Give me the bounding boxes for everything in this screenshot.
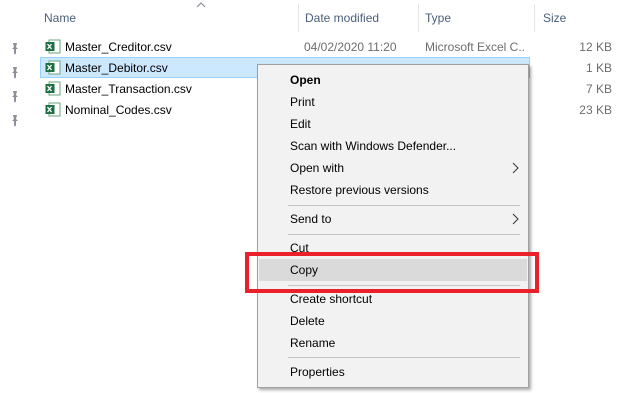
menu-item-print[interactable]: Print [259, 91, 527, 113]
menu-item-restore-versions[interactable]: Restore previous versions [259, 179, 527, 201]
pin-icon[interactable] [8, 90, 22, 104]
context-menu: Open Print Edit Scan with Windows Defend… [257, 64, 529, 388]
menu-item-label: Edit [290, 117, 311, 131]
column-date-modified[interactable]: Date modified [305, 11, 379, 25]
menu-separator [288, 234, 520, 235]
chevron-right-icon [511, 162, 519, 174]
quick-access-pins [0, 0, 34, 393]
menu-item-label: Rename [290, 336, 336, 350]
menu-item-label: Print [290, 95, 315, 109]
column-type[interactable]: Type [425, 11, 451, 25]
menu-item-open[interactable]: Open [259, 69, 527, 91]
menu-separator [288, 357, 520, 358]
menu-item-rename[interactable]: Rename [259, 332, 527, 354]
file-size: 12 KB [579, 40, 612, 54]
menu-item-properties[interactable]: Properties [259, 361, 527, 383]
menu-separator [288, 205, 520, 206]
column-size[interactable]: Size [543, 11, 566, 25]
column-divider[interactable] [298, 4, 299, 32]
file-size: 23 KB [579, 103, 612, 117]
file-name: Nominal_Codes.csv [65, 103, 172, 117]
chevron-right-icon [511, 213, 519, 225]
column-divider[interactable] [418, 4, 419, 32]
annotation-highlight-box [245, 252, 539, 293]
menu-item-scan-defender[interactable]: Scan with Windows Defender... [259, 135, 527, 157]
file-name: Master_Creditor.csv [65, 40, 172, 54]
menu-item-label: Delete [290, 314, 325, 328]
sort-up-icon [196, 1, 206, 9]
column-divider[interactable] [534, 4, 535, 32]
file-row[interactable]: Master_Creditor.csv 04/02/2020 11:20 Mic… [40, 36, 624, 57]
menu-item-label: Restore previous versions [290, 183, 429, 197]
menu-item-edit[interactable]: Edit [259, 113, 527, 135]
menu-item-label: Open with [290, 161, 345, 175]
file-date: 04/02/2020 11:20 [304, 40, 397, 54]
menu-item-label: Send to [290, 212, 332, 226]
menu-item-delete[interactable]: Delete [259, 310, 527, 332]
excel-csv-icon [45, 81, 61, 96]
pin-icon[interactable] [8, 42, 22, 56]
pin-icon[interactable] [8, 66, 22, 80]
file-type: Microsoft Excel C... [425, 40, 525, 54]
menu-item-send-to[interactable]: Send to [259, 208, 527, 230]
menu-item-label: Scan with Windows Defender... [290, 139, 457, 153]
excel-csv-icon [45, 102, 61, 117]
column-header: Name Date modified Type Size [34, 0, 624, 34]
file-size: 1 KB [585, 61, 612, 75]
menu-item-label: Create shortcut [290, 292, 373, 306]
file-name: Master_Transaction.csv [65, 82, 192, 96]
file-name: Master_Debitor.csv [65, 61, 168, 75]
menu-item-open-with[interactable]: Open with [259, 157, 527, 179]
column-name[interactable]: Name [44, 11, 76, 25]
excel-csv-icon [45, 39, 61, 54]
menu-item-label: Open [290, 73, 321, 87]
file-size: 7 KB [585, 82, 612, 96]
excel-csv-icon [45, 60, 61, 75]
menu-item-label: Properties [290, 365, 345, 379]
pin-icon[interactable] [8, 114, 22, 128]
